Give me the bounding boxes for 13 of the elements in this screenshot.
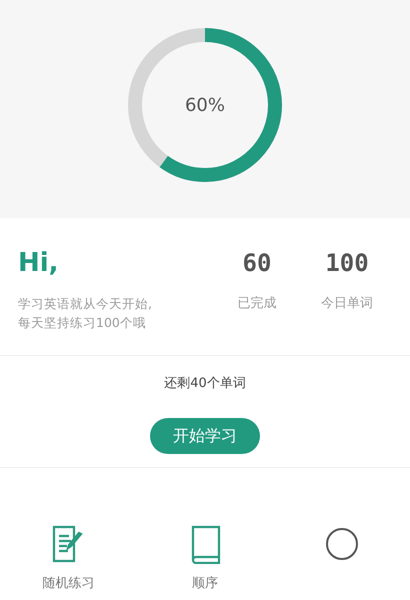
remaining-words: 还剩40个单词 bbox=[164, 375, 246, 393]
mode-label[interactable]: 随机练习 bbox=[42, 574, 94, 594]
stat-label: 今日单词 bbox=[321, 295, 373, 313]
progress-percent: 60% bbox=[184, 94, 225, 118]
start-button[interactable]: 开始学习 bbox=[150, 418, 260, 454]
greeting-text: 学习英语就从今天开始, 每天坚持练习100个哦 bbox=[18, 295, 153, 332]
notepad-icon bbox=[51, 524, 86, 564]
stat-value: 60 bbox=[242, 248, 272, 278]
greeting-title: Hi, bbox=[18, 248, 60, 278]
stat-value: 100 bbox=[325, 248, 369, 278]
mode-label[interactable]: 顺序 bbox=[192, 574, 218, 594]
circle-icon bbox=[324, 527, 359, 561]
stat-label: 已完成 bbox=[238, 295, 276, 313]
